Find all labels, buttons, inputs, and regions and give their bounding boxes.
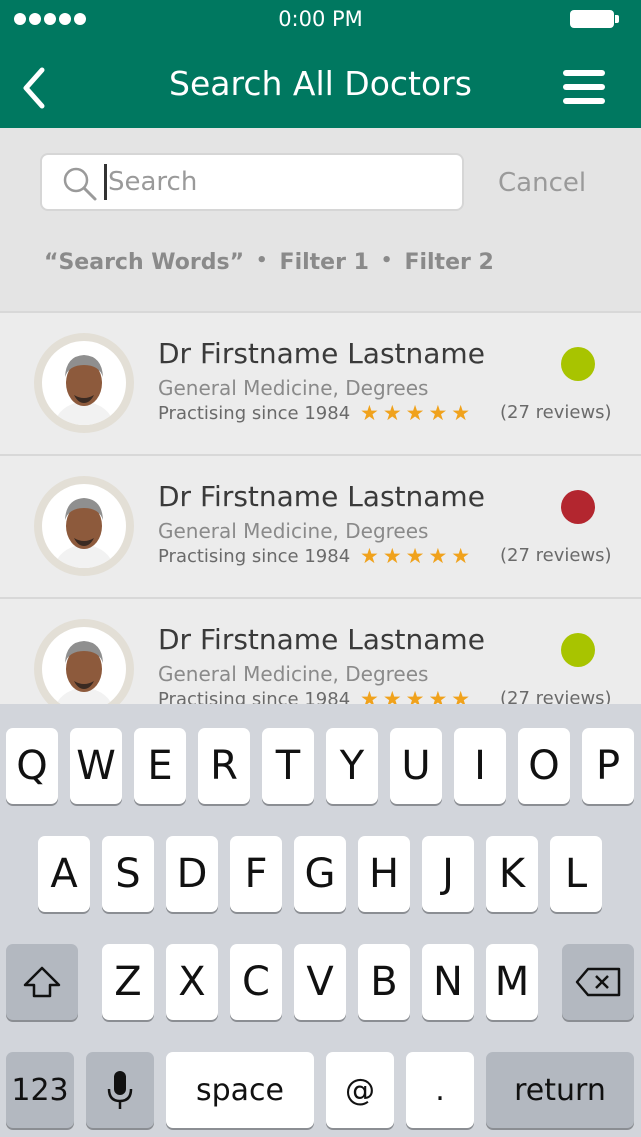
doctor-photo: [54, 355, 114, 425]
battery-icon: [570, 10, 619, 28]
filter-separator: •: [256, 250, 268, 271]
practising-since: Practising since 1984: [158, 546, 351, 567]
status-time: 0:00 PM: [278, 7, 363, 31]
key-z[interactable]: Z: [102, 944, 154, 1020]
search-box[interactable]: [40, 153, 464, 211]
availability-dot: [561, 633, 595, 667]
page-title: Search All Doctors: [169, 64, 472, 103]
filter-1[interactable]: Filter 1: [280, 250, 369, 275]
menu-bar: [563, 98, 605, 104]
key-j[interactable]: J: [422, 836, 474, 912]
shift-icon: [23, 966, 61, 998]
doctor-name: Dr Firstname Lastname: [158, 623, 485, 656]
search-area: Cancel “Search Words” • Filter 1 • Filte…: [0, 128, 641, 311]
availability-dot: [561, 347, 595, 381]
status-bar: 0:00 PM: [0, 0, 641, 40]
microphone-key[interactable]: [86, 1052, 154, 1128]
menu-bar: [563, 70, 605, 76]
key-r[interactable]: R: [198, 728, 250, 804]
app-header: 0:00 PM Search All Doctors: [0, 0, 641, 128]
filter-bar: “Search Words” • Filter 1 • Filter 2: [44, 250, 494, 275]
key-e[interactable]: E: [134, 728, 186, 804]
search-input[interactable]: [108, 159, 448, 205]
key-f[interactable]: F: [230, 836, 282, 912]
doctor-specialty: General Medicine, Degrees: [158, 662, 429, 686]
key-w[interactable]: W: [70, 728, 122, 804]
key-n[interactable]: N: [422, 944, 474, 1020]
doctor-specialty: General Medicine, Degrees: [158, 376, 429, 400]
key-v[interactable]: V: [294, 944, 346, 1020]
key-l[interactable]: L: [550, 836, 602, 912]
availability-dot: [561, 490, 595, 524]
cancel-button[interactable]: Cancel: [498, 168, 586, 198]
doctor-name: Dr Firstname Lastname: [158, 337, 485, 370]
menu-button[interactable]: [563, 70, 605, 104]
key-k[interactable]: K: [486, 836, 538, 912]
keyboard: Q W E R T Y U I O P A S D F G H J K L Z …: [0, 704, 641, 1137]
key-s[interactable]: S: [102, 836, 154, 912]
key-q[interactable]: Q: [6, 728, 58, 804]
filter-2[interactable]: Filter 2: [404, 250, 493, 275]
shift-key[interactable]: [6, 944, 78, 1020]
search-icon: [63, 167, 97, 201]
doctor-photo: [54, 498, 114, 568]
at-key[interactable]: @: [326, 1052, 394, 1128]
key-d[interactable]: D: [166, 836, 218, 912]
key-b[interactable]: B: [358, 944, 410, 1020]
space-key[interactable]: space: [166, 1052, 314, 1128]
key-t[interactable]: T: [262, 728, 314, 804]
key-y[interactable]: Y: [326, 728, 378, 804]
review-count: (27 reviews): [500, 402, 612, 423]
key-i[interactable]: I: [454, 728, 506, 804]
doctor-row[interactable]: Dr Firstname Lastname General Medicine, …: [0, 454, 641, 597]
numbers-key[interactable]: 123: [6, 1052, 74, 1128]
key-u[interactable]: U: [390, 728, 442, 804]
backspace-icon: [575, 967, 621, 997]
star-rating: ★★★★★: [360, 544, 475, 568]
text-caret: [104, 164, 107, 200]
key-g[interactable]: G: [294, 836, 346, 912]
star-rating: ★★★★★: [360, 401, 475, 425]
menu-bar: [563, 84, 605, 90]
doctor-specialty: General Medicine, Degrees: [158, 519, 429, 543]
key-a[interactable]: A: [38, 836, 90, 912]
microphone-icon: [107, 1071, 133, 1109]
filter-separator: •: [380, 250, 393, 271]
review-count: (27 reviews): [500, 545, 612, 566]
filter-search-words[interactable]: “Search Words”: [44, 250, 244, 275]
period-key[interactable]: .: [406, 1052, 474, 1128]
key-p[interactable]: P: [582, 728, 634, 804]
doctor-photo: [54, 641, 114, 711]
key-h[interactable]: H: [358, 836, 410, 912]
key-c[interactable]: C: [230, 944, 282, 1020]
doctor-row[interactable]: Dr Firstname Lastname General Medicine, …: [0, 311, 641, 454]
practising-since: Practising since 1984: [158, 403, 351, 424]
return-key[interactable]: return: [486, 1052, 634, 1128]
doctor-name: Dr Firstname Lastname: [158, 480, 485, 513]
doctor-list: Dr Firstname Lastname General Medicine, …: [0, 311, 641, 740]
backspace-key[interactable]: [562, 944, 634, 1020]
key-o[interactable]: O: [518, 728, 570, 804]
key-m[interactable]: M: [486, 944, 538, 1020]
avatar: [34, 476, 134, 576]
key-x[interactable]: X: [166, 944, 218, 1020]
avatar: [34, 333, 134, 433]
